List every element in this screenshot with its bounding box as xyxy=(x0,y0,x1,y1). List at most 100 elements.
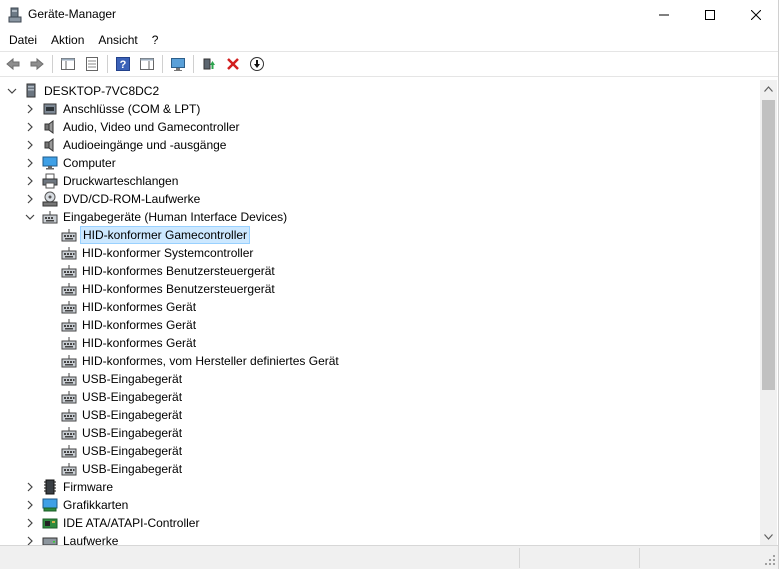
minimize-icon xyxy=(659,14,669,16)
hid-device-icon xyxy=(61,335,77,351)
status-segment xyxy=(520,548,640,568)
tree-device-label: HID-konformes Gerät xyxy=(82,300,197,314)
scroll-down-button[interactable] xyxy=(760,528,777,545)
firmware-icon xyxy=(42,479,58,495)
tree-root-label: DESKTOP-7VC8DC2 xyxy=(44,84,160,98)
chevron-right-icon[interactable] xyxy=(25,536,35,545)
port-icon xyxy=(42,101,58,117)
tree-category-label: Audio, Video und Gamecontroller xyxy=(63,120,240,134)
tree-device-item[interactable]: HID-konformes Benutzersteuergerät xyxy=(0,262,760,280)
back-button[interactable] xyxy=(2,53,24,75)
tree-device-label: HID-konformes Gerät xyxy=(82,336,197,350)
tree-category-label: Laufwerke xyxy=(63,534,119,545)
tree-category-computer[interactable]: Computer xyxy=(0,154,760,172)
tree-device-item[interactable]: HID-konformes, vom Hersteller definierte… xyxy=(0,352,760,370)
tree-device-label: HID-konformer Gamecontroller xyxy=(80,226,251,244)
hid-device-icon xyxy=(61,263,77,279)
toolbar-separator xyxy=(162,55,163,73)
tree-category-anschluesse[interactable]: Anschlüsse (COM & LPT) xyxy=(0,100,760,118)
resize-grip-icon[interactable] xyxy=(764,554,776,566)
tree-category-laufwerke[interactable]: Laufwerke xyxy=(0,532,760,545)
menu-datei[interactable]: Datei xyxy=(2,30,44,50)
tree-category-eingabegeraete[interactable]: Eingabegeräte (Human Interface Devices) xyxy=(0,208,760,226)
tree-device-label: USB-Eingabegerät xyxy=(82,390,183,404)
update-driver-button[interactable] xyxy=(198,53,220,75)
tree-category-grafikkarten[interactable]: Grafikkarten xyxy=(0,496,760,514)
back-icon xyxy=(6,57,20,71)
show-hide-console-tree-button[interactable] xyxy=(57,53,79,75)
menu-ansicht[interactable]: Ansicht xyxy=(91,30,144,50)
tree-category-ide[interactable]: IDE ATA/ATAPI-Controller xyxy=(0,514,760,532)
tree-device-item[interactable]: USB-Eingabegerät xyxy=(0,460,760,478)
show-hide-console-tree-icon xyxy=(61,58,75,70)
tree-device-item[interactable]: HID-konformes Gerät xyxy=(0,334,760,352)
chevron-down-icon[interactable] xyxy=(25,212,35,222)
tree-device-item[interactable]: HID-konformes Gerät xyxy=(0,316,760,334)
tree-category-dvd[interactable]: DVD/CD-ROM-Laufwerke xyxy=(0,190,760,208)
chevron-right-icon[interactable] xyxy=(25,482,35,492)
tree-category-audio-video[interactable]: Audio, Video und Gamecontroller xyxy=(0,118,760,136)
scroll-thumb[interactable] xyxy=(762,100,775,390)
tree-category-firmware[interactable]: Firmware xyxy=(0,478,760,496)
uninstall-device-button[interactable] xyxy=(222,53,244,75)
hid-device-icon xyxy=(61,407,77,423)
hid-device-icon xyxy=(61,281,77,297)
tree-device-item[interactable]: USB-Eingabegerät xyxy=(0,442,760,460)
ide-controller-icon xyxy=(42,515,58,531)
chevron-right-icon[interactable] xyxy=(25,104,35,114)
tree-device-label: USB-Eingabegerät xyxy=(82,426,183,440)
chevron-right-icon[interactable] xyxy=(25,194,35,204)
menu-help[interactable]: ? xyxy=(145,30,166,50)
tree-device-label: HID-konformes Benutzersteuergerät xyxy=(82,282,275,296)
chevron-right-icon[interactable] xyxy=(25,500,35,510)
chevron-right-icon[interactable] xyxy=(25,140,35,150)
tree-category-label: Firmware xyxy=(63,480,113,494)
forward-button[interactable] xyxy=(26,53,48,75)
tree-device-label: USB-Eingabegerät xyxy=(82,462,183,476)
toolbar-separator xyxy=(52,55,53,73)
tree-device-label: HID-konformer Systemcontroller xyxy=(82,246,254,260)
action-pane-button[interactable] xyxy=(136,53,158,75)
tree-category-label: DVD/CD-ROM-Laufwerke xyxy=(63,192,201,206)
tree-device-label: HID-konformes Gerät xyxy=(82,318,197,332)
tree-root[interactable]: DESKTOP-7VC8DC2 xyxy=(0,82,760,100)
forward-icon xyxy=(30,57,44,71)
tree-category-druckwarteschlangen[interactable]: Druckwarteschlangen xyxy=(0,172,760,190)
chevron-right-icon[interactable] xyxy=(25,518,35,528)
tree-device-item[interactable]: HID-konformes Benutzersteuergerät xyxy=(0,280,760,298)
minimize-button[interactable] xyxy=(641,0,687,30)
menu-aktion[interactable]: Aktion xyxy=(44,30,91,50)
properties-button[interactable] xyxy=(81,53,103,75)
tree-device-item[interactable]: HID-konformer Systemcontroller xyxy=(0,244,760,262)
scan-hardware-button[interactable] xyxy=(167,53,189,75)
menu-bar: Datei Aktion Ansicht ? xyxy=(0,30,779,50)
tree-device-item[interactable]: USB-Eingabegerät xyxy=(0,424,760,442)
hid-device-icon xyxy=(61,353,77,369)
properties-icon xyxy=(86,57,98,71)
speaker-icon xyxy=(42,137,58,153)
download-button[interactable] xyxy=(246,53,268,75)
tree-category-label: IDE ATA/ATAPI-Controller xyxy=(63,516,200,530)
tree-device-item[interactable]: USB-Eingabegerät xyxy=(0,406,760,424)
chevron-right-icon[interactable] xyxy=(25,122,35,132)
close-button[interactable] xyxy=(733,0,779,30)
printer-icon xyxy=(42,173,58,189)
scroll-up-button[interactable] xyxy=(760,80,777,97)
tree-device-item[interactable]: HID-konformes Gerät xyxy=(0,298,760,316)
maximize-icon xyxy=(705,10,715,20)
chevron-down-icon[interactable] xyxy=(7,86,17,96)
vertical-scrollbar[interactable] xyxy=(760,80,777,545)
tree-category-audio-io[interactable]: Audioeingänge und -ausgänge xyxy=(0,136,760,154)
uninstall-device-icon xyxy=(227,58,239,70)
tree-device-item[interactable]: USB-Eingabegerät xyxy=(0,388,760,406)
disc-drive-icon xyxy=(42,191,58,207)
tree-category-label: Grafikkarten xyxy=(63,498,129,512)
hid-icon xyxy=(42,209,58,225)
help-button[interactable]: ? xyxy=(112,53,134,75)
tree-device-item[interactable]: USB-Eingabegerät xyxy=(0,370,760,388)
tree-device-item[interactable]: HID-konformer Gamecontroller xyxy=(0,226,760,244)
chevron-right-icon[interactable] xyxy=(25,176,35,186)
maximize-button[interactable] xyxy=(687,0,733,30)
hid-device-icon xyxy=(61,425,77,441)
chevron-right-icon[interactable] xyxy=(25,158,35,168)
